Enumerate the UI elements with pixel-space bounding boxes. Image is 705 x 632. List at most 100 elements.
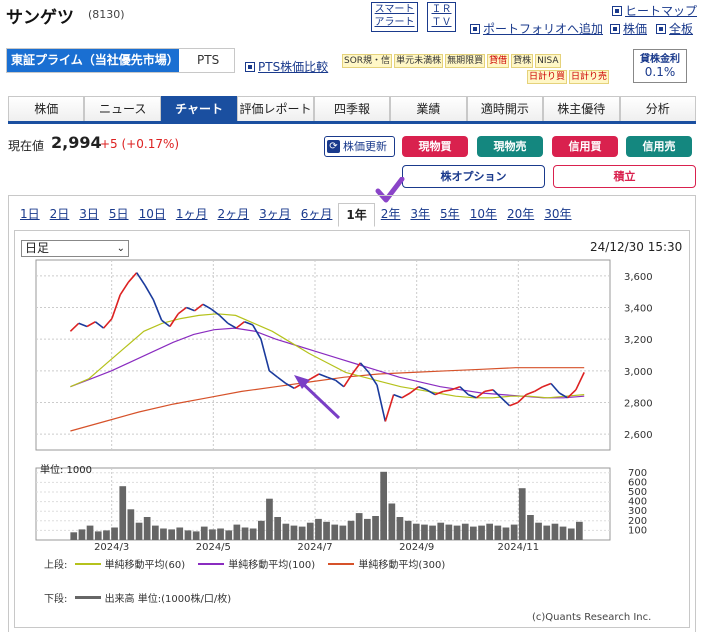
volume-bar bbox=[404, 520, 412, 540]
tag-nisa: NISA bbox=[535, 54, 561, 68]
period-3y[interactable]: 3年 bbox=[406, 203, 434, 227]
y-tick-label: 2,800 bbox=[624, 399, 653, 410]
volume-tick-label: 100 bbox=[628, 525, 647, 536]
copyright: (c)Quants Research Inc. bbox=[532, 612, 652, 623]
margin-buy-button[interactable]: 信用買 bbox=[552, 136, 618, 157]
heatmap-link[interactable]: ヒートマップ bbox=[612, 2, 697, 19]
ir-tv-button[interactable]: ＩＲ ＴＶ bbox=[427, 2, 456, 32]
volume-bar bbox=[461, 523, 469, 540]
volume-bar bbox=[160, 528, 167, 540]
period-10d[interactable]: 10日 bbox=[135, 203, 170, 227]
tab-chart[interactable]: チャート bbox=[160, 96, 238, 121]
company-name: サンゲツ bbox=[6, 8, 74, 28]
accumulate-button[interactable]: 積立 bbox=[553, 165, 696, 188]
pts-compare-label: PTS株価比較 bbox=[258, 60, 329, 74]
stock-price-link[interactable]: 株価 bbox=[610, 20, 647, 37]
tab-price[interactable]: 株価 bbox=[8, 96, 85, 121]
y-tick-label: 2,600 bbox=[624, 430, 653, 441]
market-tse-prime[interactable]: 東証プライム（当社優先市場） bbox=[7, 49, 179, 72]
all-board-link[interactable]: 全板 bbox=[656, 20, 693, 37]
tag-lending: 貸借 bbox=[487, 54, 510, 68]
price-segment bbox=[268, 370, 279, 378]
price-segment bbox=[152, 299, 163, 321]
volume-bar bbox=[372, 516, 379, 540]
pts-compare-link[interactable]: PTS株価比較 bbox=[245, 58, 328, 75]
x-tick-label: 2024/7 bbox=[297, 542, 332, 553]
refresh-button[interactable]: ⟳ 株価更新 bbox=[324, 136, 395, 157]
volume-bar bbox=[494, 525, 502, 540]
smart-alert-button[interactable]: スマート アラート bbox=[371, 2, 418, 32]
stock-option-button[interactable]: 株オプション bbox=[402, 165, 545, 188]
main-tabs: 株価 ニュース チャート 評価レポート 四季報 業績 適時開示 株主優待 分析 bbox=[8, 96, 696, 124]
cash-buy-button[interactable]: 現物買 bbox=[402, 136, 468, 157]
volume-bar bbox=[535, 522, 542, 540]
volume-bar bbox=[412, 523, 420, 540]
volume-bar bbox=[184, 530, 192, 540]
volume-bar bbox=[323, 521, 330, 540]
period-30y[interactable]: 30年 bbox=[540, 203, 575, 227]
price-segment bbox=[78, 322, 88, 328]
price-segment bbox=[235, 321, 245, 329]
legend-lower-label: 下段: bbox=[44, 594, 68, 605]
price-segment bbox=[335, 379, 345, 388]
market-pts[interactable]: PTS bbox=[179, 49, 219, 72]
tab-benefits[interactable]: 株主優待 bbox=[543, 96, 620, 121]
price-segment bbox=[177, 306, 187, 315]
all-board-label: 全板 bbox=[669, 22, 694, 36]
tag-day-sell: 日計り売 bbox=[569, 70, 610, 84]
interval-select[interactable]: 日足 ⌄ bbox=[21, 240, 129, 257]
price-segment bbox=[542, 382, 552, 388]
volume-bar bbox=[445, 524, 453, 540]
period-6m[interactable]: 6ヶ月 bbox=[297, 203, 337, 227]
period-1y[interactable]: 1年 bbox=[338, 203, 375, 227]
x-tick-label: 2024/9 bbox=[399, 542, 434, 553]
price-label: 現在値 bbox=[8, 139, 45, 153]
period-5y[interactable]: 5年 bbox=[436, 203, 464, 227]
y-tick-label: 3,200 bbox=[624, 335, 653, 346]
period-1d[interactable]: 1日 bbox=[16, 203, 44, 227]
volume-bar bbox=[225, 530, 233, 540]
volume-bar bbox=[510, 524, 518, 540]
tab-earnings[interactable]: 業績 bbox=[390, 96, 467, 121]
volume-tick-label: 200 bbox=[628, 516, 647, 527]
price-segment bbox=[219, 314, 229, 324]
price-segment bbox=[136, 272, 146, 286]
period-2d[interactable]: 2日 bbox=[46, 203, 74, 227]
period-3m[interactable]: 3ヶ月 bbox=[255, 203, 295, 227]
portfolio-add-link[interactable]: ポートフォリオへ追加 bbox=[470, 20, 603, 37]
period-2y[interactable]: 2年 bbox=[377, 203, 405, 227]
period-3d[interactable]: 3日 bbox=[75, 203, 103, 227]
y-tick-label: 3,600 bbox=[624, 272, 653, 283]
price-segment bbox=[277, 376, 287, 385]
volume-tick-label: 300 bbox=[628, 506, 647, 517]
tab-rating-report[interactable]: 評価レポート bbox=[237, 96, 314, 121]
tab-disclosure[interactable]: 適時開示 bbox=[466, 96, 544, 121]
volume-bar bbox=[470, 526, 477, 540]
volume-bar bbox=[559, 526, 567, 540]
volume-bar bbox=[396, 517, 404, 540]
tab-analysis[interactable]: 分析 bbox=[619, 96, 696, 121]
margin-sell-button[interactable]: 信用売 bbox=[626, 136, 692, 157]
price-segment bbox=[484, 389, 494, 393]
period-1m[interactable]: 1ヶ月 bbox=[172, 203, 212, 227]
period-20y[interactable]: 20年 bbox=[503, 203, 538, 227]
y-tick-label: 3,400 bbox=[624, 304, 653, 315]
period-2m[interactable]: 2ヶ月 bbox=[213, 203, 253, 227]
x-tick-label: 2024/5 bbox=[196, 542, 231, 553]
stock-code: (8130) bbox=[88, 8, 125, 21]
volume-bar bbox=[103, 530, 110, 540]
tab-shikiho[interactable]: 四季報 bbox=[313, 96, 391, 121]
legend-upper-label: 上段: bbox=[44, 560, 68, 571]
heatmap-label: ヒートマップ bbox=[625, 4, 698, 18]
cash-sell-button[interactable]: 現物売 bbox=[477, 136, 543, 157]
period-10y[interactable]: 10年 bbox=[466, 203, 501, 227]
legend-upper: 上段: 単純移動平均(60) 単純移動平均(100) 単純移動平均(300) bbox=[44, 556, 445, 571]
tab-news[interactable]: ニュース bbox=[84, 96, 161, 121]
trade-tags: SOR規・信 単元未満株 無期限買 貸借 貸株 NISA bbox=[342, 52, 563, 68]
volume-bar bbox=[258, 520, 265, 540]
volume-bar bbox=[347, 520, 355, 540]
price-change: +5 (+0.17%) bbox=[100, 137, 180, 151]
volume-bar bbox=[567, 528, 575, 540]
period-5d[interactable]: 5日 bbox=[105, 203, 133, 227]
volume-bar bbox=[355, 513, 363, 540]
